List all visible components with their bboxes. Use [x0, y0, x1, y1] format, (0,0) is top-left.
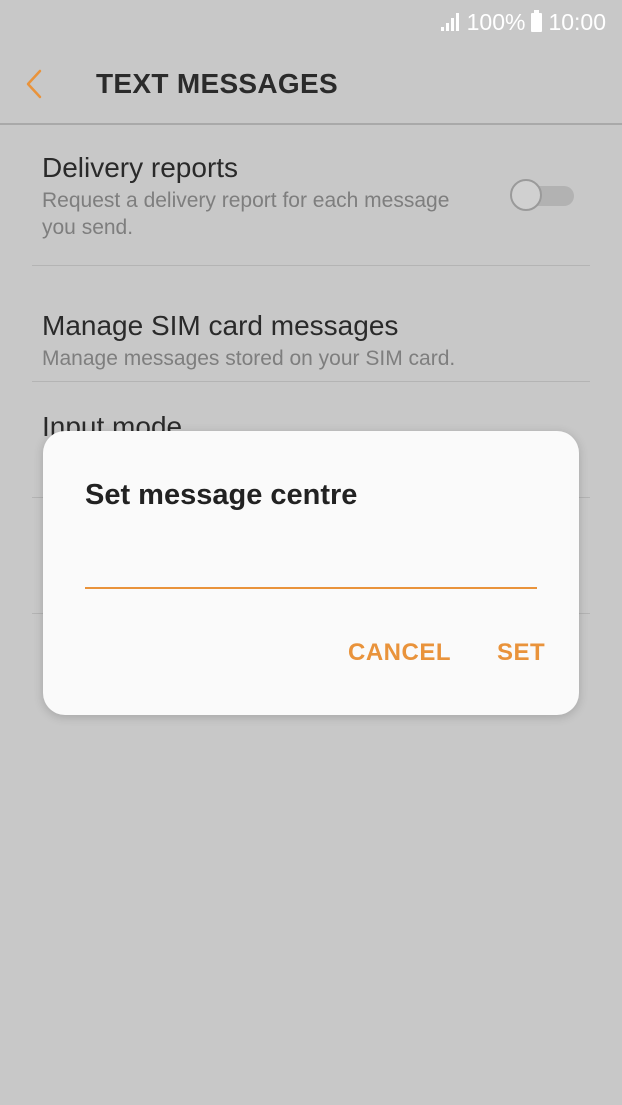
battery-icon [531, 9, 543, 32]
page-title: TEXT MESSAGES [96, 67, 338, 99]
setting-subtitle: Manage messages stored on your SIM card. [42, 347, 456, 370]
app-bar: TEXT MESSAGES [0, 44, 622, 125]
set-button[interactable]: SET [497, 639, 545, 667]
message-centre-input[interactable] [85, 543, 537, 589]
toggle-knob [510, 179, 542, 211]
clock: 10:00 [548, 8, 606, 35]
setting-subtitle: Request a delivery report for each messa… [42, 189, 450, 239]
battery-percentage: 100% [466, 8, 526, 35]
back-arrow-icon [26, 69, 42, 98]
back-button[interactable] [24, 54, 84, 114]
status-bar: 100% 10:00 [0, 0, 622, 44]
set-message-centre-dialog: Set message centre CANCEL SET [43, 431, 579, 715]
setting-delivery-reports[interactable]: Delivery reports Request a delivery repo… [32, 125, 590, 266]
setting-manage-sim[interactable]: Manage SIM card messages Manage messages… [32, 266, 590, 382]
setting-title: Manage SIM card messages [42, 310, 399, 341]
setting-title: Delivery reports [42, 152, 239, 183]
signal-icon [440, 13, 459, 31]
dialog-title: Set message centre [85, 479, 358, 511]
delivery-reports-toggle[interactable] [510, 178, 574, 212]
cancel-button[interactable]: CANCEL [348, 639, 451, 667]
